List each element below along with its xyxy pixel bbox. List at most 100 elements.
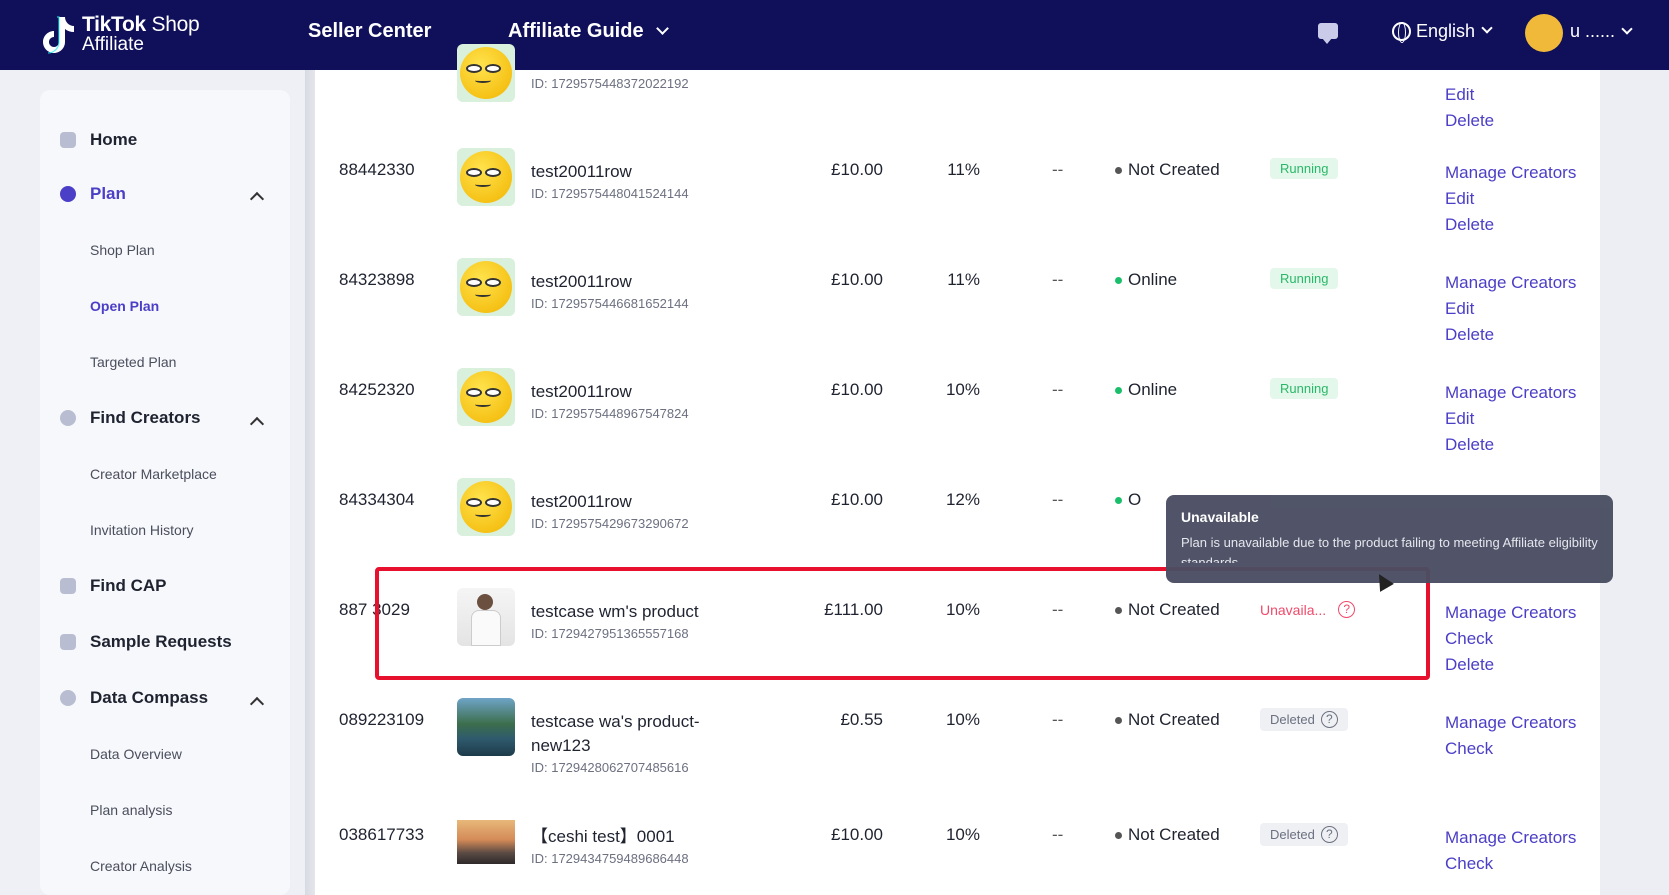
chevron-up-icon[interactable] bbox=[249, 191, 265, 207]
nav-affiliate-guide-label: Affiliate Guide bbox=[508, 20, 644, 42]
delete-link[interactable]: Delete bbox=[1445, 322, 1576, 348]
user-avatar[interactable] bbox=[1525, 14, 1563, 52]
row-actions: Manage Creators Edit Delete bbox=[1445, 270, 1576, 348]
check-link[interactable]: Check bbox=[1445, 851, 1576, 877]
manage-creators-link[interactable]: Manage Creators bbox=[1445, 600, 1576, 626]
creation-status: Not Created bbox=[1115, 825, 1220, 845]
check-link[interactable]: Check bbox=[1445, 736, 1576, 762]
product-price: £10.00 bbox=[831, 380, 883, 399]
chevron-down-icon bbox=[1621, 23, 1633, 35]
language-selector[interactable]: English bbox=[1392, 21, 1493, 43]
product-cell: test20011row ID: 1729575448041524144 bbox=[531, 160, 716, 204]
product-price: £10.00 bbox=[831, 825, 883, 844]
sidebar-item-find-cap[interactable]: Find CAP bbox=[60, 576, 167, 596]
status-dot bbox=[1115, 386, 1122, 394]
edit-link[interactable]: Edit bbox=[1445, 82, 1494, 108]
delete-link[interactable]: Delete bbox=[1445, 212, 1576, 238]
building-icon bbox=[60, 578, 76, 594]
status-badge-deleted[interactable]: Deleted? bbox=[1260, 708, 1348, 731]
search-icon bbox=[60, 410, 76, 426]
tiktok-shop-affiliate-logo[interactable]: TikTok Shop Affiliate bbox=[40, 10, 200, 60]
tooltip-body: Plan is unavailable due to the product f… bbox=[1181, 535, 1598, 563]
help-circle-icon[interactable]: ? bbox=[1320, 711, 1338, 728]
product-id: ID: 1729434759489686448 bbox=[531, 851, 689, 866]
product-cell: test20011row ID: 1729575448967547824 bbox=[531, 380, 716, 424]
product-name[interactable]: test20011row bbox=[531, 380, 716, 404]
sidebar-item-label: Find CAP bbox=[90, 576, 167, 595]
product-thumbnail bbox=[457, 368, 515, 426]
edit-link[interactable]: Edit bbox=[1445, 406, 1576, 432]
sidebar: Home Plan Shop Plan Open Plan Targeted P… bbox=[40, 90, 290, 895]
manage-creators-link[interactable]: Manage Creators bbox=[1445, 160, 1576, 186]
chevron-up-icon[interactable] bbox=[249, 416, 265, 432]
delete-link[interactable]: Delete bbox=[1445, 652, 1576, 678]
manage-creators-link[interactable]: Manage Creators bbox=[1445, 710, 1576, 736]
sidebar-item-sample-requests[interactable]: Sample Requests bbox=[60, 632, 232, 652]
product-id: ID: 1729575429673290672 bbox=[531, 516, 689, 531]
home-icon bbox=[60, 132, 76, 148]
row-actions: Manage Creators Check bbox=[1445, 710, 1576, 762]
product-cell: test20011row ID: 1729575446681652144 bbox=[531, 270, 716, 314]
status-dot bbox=[1115, 831, 1122, 839]
delete-link[interactable]: Delete bbox=[1445, 432, 1576, 458]
unavailable-tooltip: Unavailable Plan is unavailable due to t… bbox=[1166, 495, 1613, 583]
sidebar-item-plan[interactable]: Plan bbox=[60, 184, 126, 204]
sidebar-item-open-plan[interactable]: Open Plan bbox=[90, 298, 159, 314]
product-name[interactable]: test20011row bbox=[531, 160, 716, 184]
empty-value: -- bbox=[1052, 270, 1064, 289]
product-name[interactable]: 【ceshi test】0001 bbox=[531, 825, 716, 849]
product-cell: testcase wa's product-new123 ID: 17294280… bbox=[531, 710, 716, 778]
language-label: English bbox=[1416, 21, 1476, 41]
sidebar-item-invitation-history[interactable]: Invitation History bbox=[90, 522, 193, 538]
user-name-label: u ...... bbox=[1570, 21, 1616, 41]
product-thumbnail bbox=[457, 148, 515, 206]
product-id: ID: 1729575448372022192 bbox=[531, 76, 689, 91]
chevron-down-icon bbox=[1481, 21, 1493, 34]
sidebar-item-targeted-plan[interactable]: Targeted Plan bbox=[90, 354, 176, 370]
sidebar-item-home[interactable]: Home bbox=[60, 130, 137, 150]
check-link[interactable]: Check bbox=[1445, 626, 1576, 652]
nav-affiliate-guide[interactable]: Affiliate Guide bbox=[508, 20, 669, 43]
commission-rate: 10% bbox=[945, 380, 980, 399]
sidebar-item-creator-analysis[interactable]: Creator Analysis bbox=[90, 858, 192, 874]
product-id: ID: 1729575448967547824 bbox=[531, 406, 689, 421]
row-actions: Manage Creators Check bbox=[1445, 825, 1576, 877]
chevron-up-icon[interactable] bbox=[249, 696, 265, 712]
empty-value: -- bbox=[1052, 490, 1064, 509]
product-id: ID: 1729575448041524144 bbox=[531, 186, 689, 201]
right-margin bbox=[1600, 70, 1669, 895]
help-circle-icon[interactable]: ? bbox=[1320, 826, 1338, 843]
manage-creators-link[interactable]: Manage Creators bbox=[1445, 270, 1576, 296]
product-id: ID: 1729428062707485616 bbox=[531, 760, 689, 775]
edit-link[interactable]: Edit bbox=[1445, 296, 1576, 322]
top-navigation-bar: TikTok Shop Affiliate Seller Center Affi… bbox=[0, 0, 1669, 70]
creation-status: Online bbox=[1115, 380, 1177, 400]
manage-creators-link[interactable]: Manage Creators bbox=[1445, 825, 1576, 851]
logo-shop: Shop bbox=[151, 13, 200, 36]
badge-label: Deleted bbox=[1270, 827, 1315, 842]
sidebar-item-plan-analysis[interactable]: Plan analysis bbox=[90, 802, 173, 818]
sidebar-item-creator-marketplace[interactable]: Creator Marketplace bbox=[90, 466, 217, 482]
product-name[interactable]: test20011row bbox=[531, 490, 716, 514]
delete-link[interactable]: Delete bbox=[1445, 108, 1494, 134]
sidebar-item-data-compass[interactable]: Data Compass bbox=[60, 688, 208, 708]
nav-seller-center[interactable]: Seller Center bbox=[308, 20, 431, 43]
manage-creators-link[interactable]: Manage Creators bbox=[1445, 380, 1576, 406]
product-thumbnail bbox=[457, 813, 515, 871]
sidebar-item-find-creators[interactable]: Find Creators bbox=[60, 408, 201, 428]
status-dot bbox=[1115, 716, 1122, 724]
sidebar-item-label: Find Creators bbox=[90, 408, 201, 427]
product-name[interactable]: test20011row bbox=[531, 270, 716, 294]
sidebar-item-data-overview[interactable]: Data Overview bbox=[90, 746, 182, 762]
plan-id: 84334304 bbox=[339, 490, 415, 509]
user-menu[interactable]: u ...... bbox=[1570, 21, 1633, 42]
product-cell: ID: 1729575448372022192 bbox=[531, 74, 716, 94]
sidebar-item-shop-plan[interactable]: Shop Plan bbox=[90, 242, 155, 258]
message-icon[interactable] bbox=[1318, 23, 1338, 44]
product-name[interactable]: testcase wa's product-new123 bbox=[531, 710, 716, 758]
row-actions: Edit Delete bbox=[1445, 82, 1494, 134]
empty-value: -- bbox=[1052, 380, 1064, 399]
status-badge-deleted[interactable]: Deleted? bbox=[1260, 823, 1348, 846]
edit-link[interactable]: Edit bbox=[1445, 186, 1576, 212]
tooltip-title: Unavailable bbox=[1181, 509, 1259, 525]
